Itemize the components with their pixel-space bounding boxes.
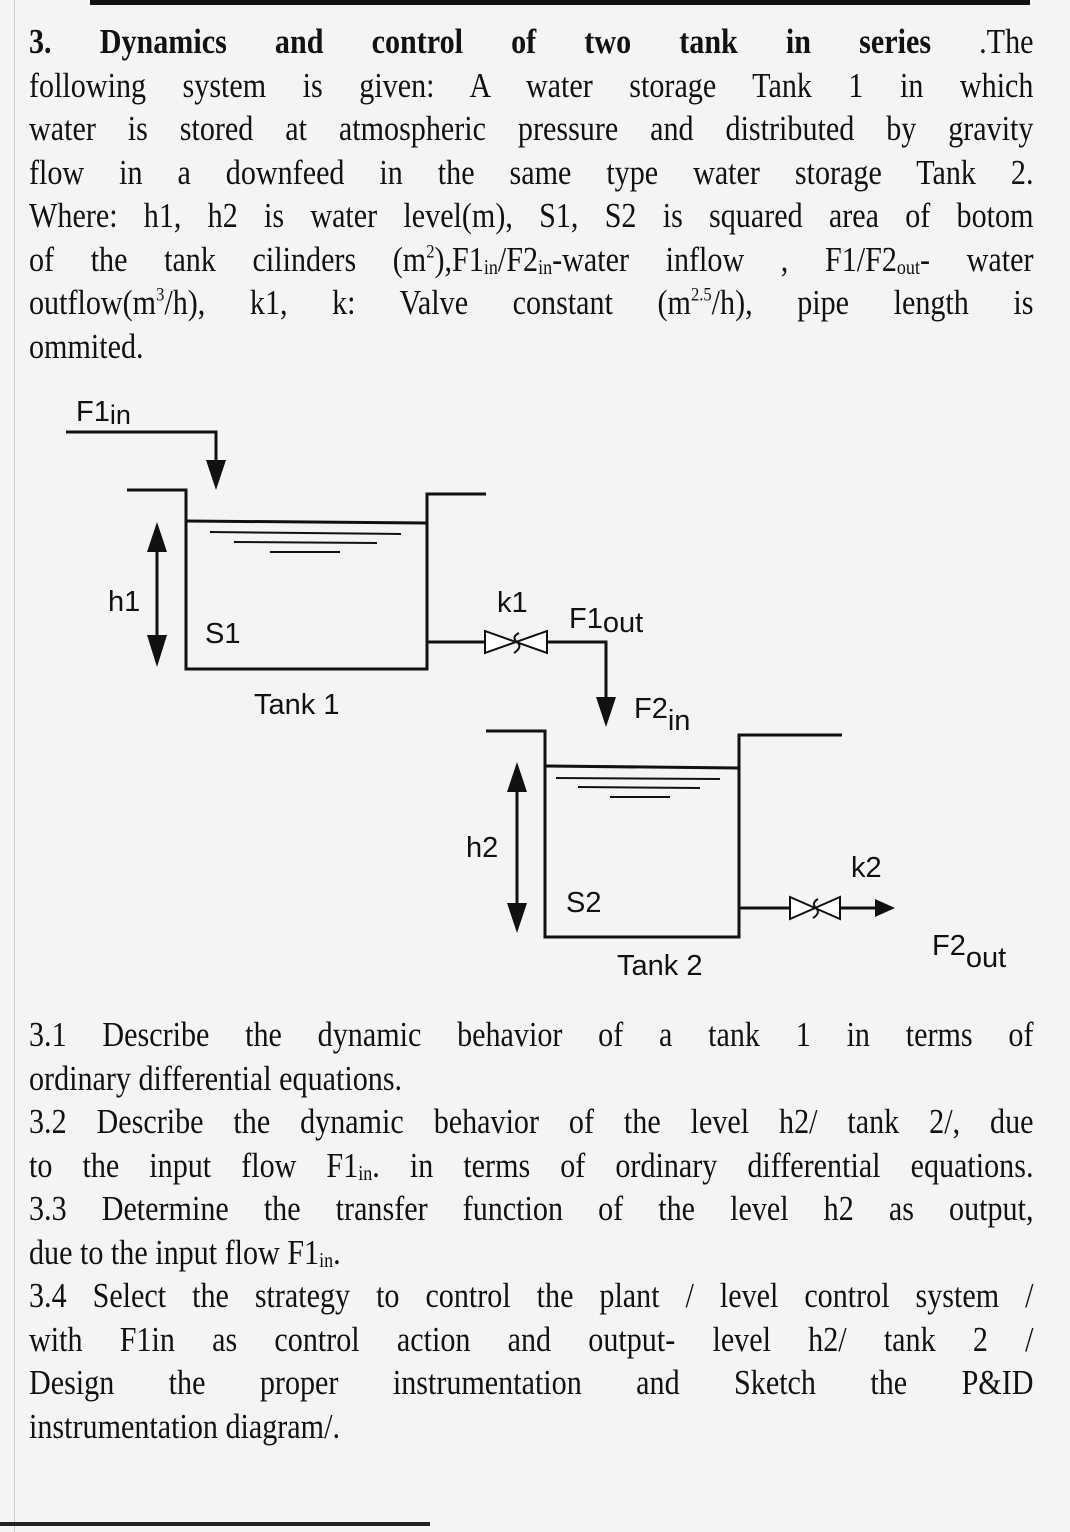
h1-label: h1 (108, 586, 140, 618)
tank2-ripple-1 (555, 777, 721, 780)
bottom-rule (0, 1522, 430, 1526)
question-3-4-line-1: 3.4 Select the strategy to control the p… (29, 1276, 1034, 1315)
intro-line-6: of the tank cilinders (m2),F1in/F2in-wat… (29, 239, 1034, 279)
intro-line-1: 3. Dynamics and control of two tank in s… (29, 22, 1034, 61)
tank1-label: Tank 1 (254, 689, 339, 721)
problem-title: 3. Dynamics and control of two tank in s… (29, 22, 932, 61)
f1in-pipe (66, 430, 218, 465)
f2in-label: F2in (634, 693, 690, 737)
s2-label: S2 (566, 887, 601, 919)
tank1-ripple-1 (209, 531, 402, 535)
top-rule (90, 0, 1030, 5)
k2-label: k2 (851, 852, 882, 884)
h2-label: h2 (466, 832, 498, 864)
intro-line-4: flow in a downfeed in the same type wate… (29, 152, 1034, 192)
h1-up-arrow-icon (147, 522, 167, 552)
tank2-water-surface (545, 764, 739, 770)
f1in-arrow-icon (206, 460, 226, 490)
h2-down-arrow-icon (507, 903, 527, 933)
questions: 3.1 Describe the dynamic behavior of a t… (29, 1013, 1033, 1448)
question-3-3-line-2: due to the input flow F1in. (29, 1232, 341, 1272)
f1out-pipe (548, 640, 608, 700)
f1out-label: F1out (569, 603, 643, 639)
tank1-ripple-2 (233, 541, 378, 544)
f1in-label: F1in (76, 396, 131, 430)
s1-label: S1 (205, 618, 240, 650)
question-3-4-line-4: instrumentation diagram/. (29, 1406, 340, 1446)
question-3-4-line-2: with F1in as control action and output- … (29, 1319, 1034, 1359)
f2out-arrow-icon (875, 899, 895, 917)
h2-up-arrow-icon (507, 762, 527, 792)
question-3-1-line-2: ordinary differential equations. (29, 1058, 403, 1098)
intro-line-3: water is stored at atmospheric pressure … (29, 109, 1034, 148)
tank2-ripple-2 (577, 786, 701, 789)
k1-label: k1 (497, 587, 528, 619)
question-3-2-line-2: to the input flow F1in. in terms of ordi… (29, 1145, 1034, 1185)
tank2-rim (486, 729, 842, 939)
intro-line-2: following system is given: A water stora… (29, 65, 1034, 105)
intro-line-7: outflow(m3/h), k1, k: Valve constant (m2… (29, 283, 1034, 322)
tank2-label: Tank 2 (617, 950, 702, 982)
f2in-arrow-icon (596, 697, 616, 727)
question-3-3-line-1: 3.3 Determine the transfer function of t… (29, 1189, 1034, 1228)
problem-statement: 3. Dynamics and control of two tank in s… (29, 20, 1033, 368)
intro-line-8: ommited. (29, 326, 144, 366)
valve-k1-icon (484, 629, 548, 655)
question-3-2-line-1: 3.2 Describe the dynamic behavior of the… (29, 1102, 1034, 1141)
h1-down-arrow-icon (147, 635, 167, 667)
tank1-water-surface (186, 519, 427, 525)
question-3-4-line-3: Design the proper instrumentation and Sk… (29, 1363, 1034, 1402)
question-3-1-line-1: 3.1 Describe the dynamic behavior of a t… (29, 1015, 1034, 1054)
f2out-label: F2out (932, 930, 1006, 974)
valve-k2-icon (789, 895, 841, 921)
intro-line-5: Where: h1, h2 is water level(m), S1, S2 … (29, 196, 1034, 235)
two-tank-diagram: F1in h1 S1 Tank 1 k1 F1out F2in h2 S2 Ta… (66, 396, 1006, 982)
